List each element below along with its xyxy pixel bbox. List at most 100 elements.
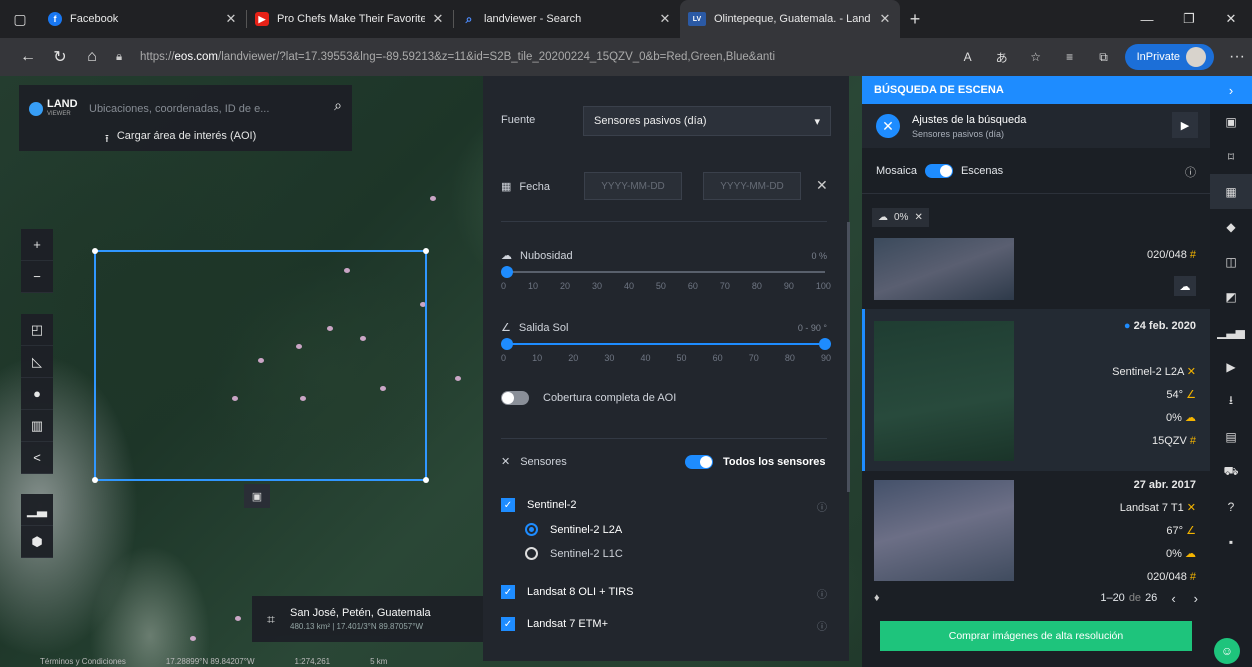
upload-aoi-button[interactable]: ⭱ Cargar área de interés (AOI) — [105, 130, 256, 149]
collections-icon[interactable]: ⧉ — [1089, 43, 1119, 71]
home-icon[interactable]: ⌂ — [76, 41, 108, 73]
close-icon[interactable]: ✕ — [224, 11, 238, 27]
s2-l2a-row[interactable]: Sentinel-2 L2A — [525, 523, 622, 536]
close-window-icon[interactable]: ✕ — [1210, 0, 1252, 38]
chat-icon[interactable]: ▤ — [1210, 419, 1252, 454]
info-icon[interactable]: ⓘ — [817, 586, 827, 601]
inprivate-badge[interactable]: InPrivate — [1124, 44, 1214, 70]
aoi-frame-icon[interactable]: ⌗ — [252, 611, 290, 628]
aoi-handle[interactable] — [92, 248, 98, 254]
full-cover-toggle[interactable] — [501, 391, 529, 405]
checkbox-checked-icon[interactable]: ✓ — [501, 498, 515, 512]
cloud-download-icon[interactable]: ☁ — [1174, 276, 1196, 296]
location-search-input[interactable] — [89, 99, 319, 119]
cloud-slider-handle[interactable] — [501, 266, 513, 278]
user-icon[interactable]: ☺ — [1214, 638, 1240, 664]
image-search-icon[interactable]: ▦ — [1210, 174, 1252, 209]
radio-unselected-icon[interactable] — [525, 547, 538, 560]
tab-facebook[interactable]: f Facebook ✕ — [40, 0, 246, 38]
tab-youtube[interactable]: ▶ Pro Chefs Make Their Favorite S ✕ — [247, 0, 453, 38]
cart-icon[interactable]: ⛟ — [1210, 454, 1252, 489]
crop-icon[interactable]: ⌑ — [1210, 139, 1252, 174]
read-aloud-icon[interactable]: A — [953, 43, 983, 71]
compare-icon[interactable]: ◫ — [1210, 244, 1252, 279]
back-icon[interactable]: ← — [12, 41, 44, 73]
tab-title: Facebook — [70, 13, 119, 25]
remove-chip-icon[interactable]: ✕ — [914, 212, 922, 223]
minimize-icon[interactable]: — — [1126, 0, 1168, 38]
tab-landviewer-search[interactable]: ⌕ landviewer - Search ✕ — [454, 0, 680, 38]
index-icon[interactable]: ◩ — [1210, 279, 1252, 314]
aoi-rectangle[interactable] — [92, 248, 429, 483]
info-icon[interactable]: ⓘ — [817, 618, 827, 633]
radio-selected-icon[interactable] — [525, 523, 538, 536]
cloud-filter-chip[interactable]: ☁ 0% ✕ — [872, 208, 929, 227]
add-favorite-icon[interactable]: ☆ — [1021, 43, 1051, 71]
prev-page-icon[interactable]: ‹ — [1171, 591, 1175, 606]
source-select[interactable]: Sensores pasivos (día) ▾ — [583, 106, 831, 136]
cloud-slider[interactable] — [501, 266, 825, 278]
s2-l1c-row[interactable]: Sentinel-2 L1C — [525, 547, 623, 560]
clear-dates-icon[interactable]: ✕ — [816, 177, 828, 194]
filter-scrollbar[interactable] — [847, 222, 850, 492]
close-icon[interactable]: ✕ — [431, 11, 445, 27]
date-to-field[interactable]: YYYY-MM-DD — [703, 172, 801, 200]
aoi-handle[interactable] — [423, 477, 429, 483]
play-icon[interactable]: ▶ — [1172, 112, 1198, 138]
sun-slider[interactable] — [501, 338, 831, 350]
tab-landviewer-active[interactable]: LV Olintepeque, Guatemala. - Land ✕ — [680, 0, 900, 38]
new-tab-button[interactable]: + — [900, 9, 930, 30]
translate-icon[interactable]: あ — [987, 43, 1017, 71]
notification-icon[interactable]: ♦ — [874, 592, 880, 604]
all-sensors-toggle[interactable] — [685, 455, 713, 469]
layers-icon[interactable]: ◆ — [1210, 209, 1252, 244]
landsat8-row[interactable]: ✓ Landsat 8 OLI + TIRS — [501, 585, 634, 599]
draw-aoi-icon[interactable]: ◰ — [21, 314, 53, 346]
info-icon[interactable]: ⓘ — [817, 499, 827, 514]
message-icon[interactable]: ▪ — [1210, 524, 1252, 559]
scene-tile: 15QZV — [1151, 435, 1187, 447]
close-icon[interactable]: ✕ — [658, 11, 672, 27]
scene-card[interactable]: 020/048 # ☁ — [862, 238, 1210, 306]
close-icon[interactable]: ✕ — [878, 11, 892, 27]
chart-icon[interactable]: ▁▃ — [21, 494, 53, 526]
checkbox-checked-icon[interactable]: ✓ — [501, 585, 515, 599]
sentinel2-row[interactable]: ✓ Sentinel-2 — [501, 498, 577, 512]
help-icon[interactable]: ? — [1210, 489, 1252, 524]
scene-card-selected[interactable]: ● 24 feb. 2020 Sentinel-2 L2A ✕ 54° ∠ 0%… — [862, 309, 1210, 471]
landsat7-row[interactable]: ✓ Landsat 7 ETM+ — [501, 617, 608, 631]
more-menu-icon[interactable]: ··· — [1222, 48, 1252, 66]
zoom-out-button[interactable]: − — [21, 261, 53, 293]
collapse-panel-icon[interactable]: › — [1210, 76, 1252, 104]
terms-link[interactable]: Términos y Condiciones — [40, 657, 126, 667]
info-icon[interactable]: ⓘ — [1185, 164, 1196, 180]
sun-slider-handle-min[interactable] — [501, 338, 513, 350]
timelapse-icon[interactable]: ▶ — [1210, 349, 1252, 384]
next-page-icon[interactable]: › — [1194, 591, 1198, 606]
measure-icon[interactable]: ◺ — [21, 346, 53, 378]
location-icon[interactable]: ● — [21, 378, 53, 410]
close-settings-icon[interactable]: ✕ — [876, 114, 900, 138]
sun-slider-handle-max[interactable] — [819, 338, 831, 350]
favorites-icon[interactable]: ≡ — [1055, 43, 1085, 71]
gallery-icon[interactable]: ▣ — [1210, 104, 1252, 139]
date-from-field[interactable]: YYYY-MM-DD — [584, 172, 682, 200]
stats-icon[interactable]: ▁▃▅ — [1210, 314, 1252, 349]
aoi-handle[interactable] — [92, 477, 98, 483]
download-icon[interactable]: ⭳ — [1210, 384, 1252, 419]
zoom-in-button[interactable]: + — [21, 229, 53, 261]
refresh-icon[interactable]: ↻ — [44, 41, 76, 73]
scene-card[interactable]: 27 abr. 2017 Landsat 7 T1 ✕ 67° ∠ 0% ☁ 0… — [862, 474, 1210, 584]
buy-hi-res-button[interactable]: Comprar imágenes de alta resolución — [880, 621, 1192, 651]
cube-icon[interactable]: ⬢ — [21, 526, 53, 558]
checkbox-checked-icon[interactable]: ✓ — [501, 617, 515, 631]
mosaic-scenes-toggle[interactable] — [924, 164, 953, 178]
url-field[interactable]: 🔒︎ https://eos.com/landviewer/?lat=17.39… — [116, 43, 953, 71]
tab-actions-icon[interactable]: ▢ — [0, 0, 40, 38]
share-icon[interactable]: < — [21, 442, 53, 474]
layers-icon[interactable]: ▥ — [21, 410, 53, 442]
search-icon[interactable]: ⌕ — [334, 97, 342, 114]
restore-icon[interactable]: ❐ — [1168, 0, 1210, 38]
aoi-handle[interactable] — [423, 248, 429, 254]
save-aoi-icon[interactable]: ▣ — [244, 484, 270, 508]
